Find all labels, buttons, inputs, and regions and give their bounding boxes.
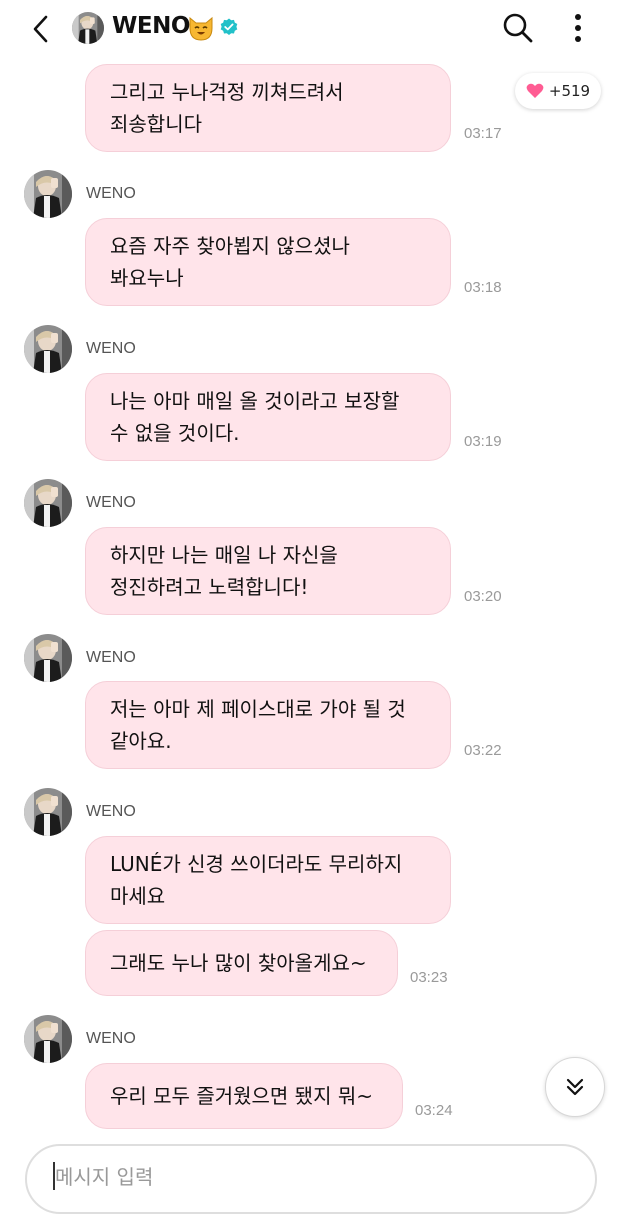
message-time: 03:20	[464, 588, 502, 605]
sender-name: WENO	[86, 1030, 136, 1047]
header-avatar[interactable]	[72, 12, 104, 44]
sender-avatar[interactable]	[24, 634, 72, 682]
scroll-to-bottom-button[interactable]	[545, 1057, 605, 1117]
chat-title: WENO	[112, 13, 190, 39]
message-text: 나는 아마 매일 올 것이라고 보장할 수 없을 것이다.	[110, 389, 400, 445]
message-bubble[interactable]: 그래도 누나 많이 찾아올게요~	[85, 930, 398, 996]
message-text: 요즘 자주 찾아뵙지 않으셨나 봐요누나	[110, 234, 350, 290]
message-time: 03:24	[415, 1102, 453, 1119]
sender-avatar[interactable]	[24, 479, 72, 527]
message-composer[interactable]	[25, 1144, 597, 1214]
message-bubble[interactable]: 나는 아마 매일 올 것이라고 보장할 수 없을 것이다.	[85, 373, 451, 461]
message-time: 03:18	[464, 279, 502, 296]
sender-name: WENO	[86, 185, 136, 202]
search-icon[interactable]	[502, 12, 534, 44]
message-text: 그리고 누나걱정 끼쳐드려서 죄송합니다	[110, 80, 344, 136]
back-arrow-icon[interactable]	[30, 14, 52, 44]
message-time: 03:22	[464, 742, 502, 759]
like-count: +519	[548, 82, 591, 100]
cat-face-emoji-icon	[189, 16, 213, 41]
message-bubble[interactable]: 하지만 나는 매일 나 자신을 정진하려고 노력합니다!	[85, 527, 451, 615]
double-chevron-down-icon	[566, 1078, 584, 1096]
message-text: 저는 아마 제 페이스대로 가야 될 것 같아요.	[110, 697, 406, 753]
chat-header: WENO	[0, 0, 621, 56]
sender-name: WENO	[86, 803, 136, 820]
message-bubble[interactable]: 저는 아마 제 페이스대로 가야 될 것 같아요.	[85, 681, 451, 769]
sender-name: WENO	[86, 494, 136, 511]
message-bubble[interactable]: 요즘 자주 찾아뵙지 않으셨나 봐요누나	[85, 218, 451, 306]
message-time: 03:17	[464, 125, 502, 142]
message-time: 03:19	[464, 433, 502, 450]
more-vertical-icon[interactable]	[568, 12, 588, 44]
like-count-badge[interactable]: +519	[515, 73, 601, 109]
sender-avatar[interactable]	[24, 170, 72, 218]
message-input[interactable]	[53, 1160, 577, 1194]
sender-avatar[interactable]	[24, 325, 72, 373]
sender-avatar[interactable]	[24, 788, 72, 836]
message-bubble[interactable]: LUNÉ가 신경 쓰이더라도 무리하지 마세요	[85, 836, 451, 924]
text-cursor	[53, 1162, 55, 1190]
message-text: 우리 모두 즐거웠으면 됐지 뭐~	[110, 1084, 373, 1108]
message-time: 03:23	[410, 969, 448, 986]
sender-avatar[interactable]	[24, 1015, 72, 1063]
verified-badge-icon	[220, 18, 238, 35]
sender-name: WENO	[86, 340, 136, 357]
message-text: LUNÉ가 신경 쓰이더라도 무리하지 마세요	[110, 852, 403, 908]
message-bubble[interactable]: 그리고 누나걱정 끼쳐드려서 죄송합니다	[85, 64, 451, 152]
heart-icon	[526, 83, 544, 98]
message-text: 하지만 나는 매일 나 자신을 정진하려고 노력합니다!	[110, 543, 338, 599]
message-text: 그래도 누나 많이 찾아올게요~	[110, 951, 367, 975]
message-bubble[interactable]: 우리 모두 즐거웠으면 됐지 뭐~	[85, 1063, 403, 1129]
sender-name: WENO	[86, 649, 136, 666]
